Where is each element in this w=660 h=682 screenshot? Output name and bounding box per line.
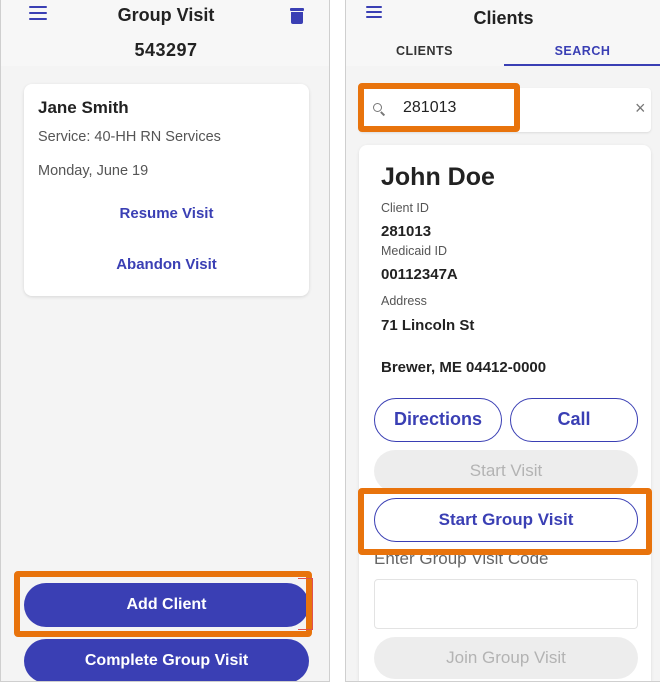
group-visit-code-input[interactable] (374, 579, 638, 629)
client-name: John Doe (381, 163, 495, 191)
tab-search[interactable]: SEARCH (504, 44, 660, 58)
client-details-card: John Doe Client ID 281013 Medicaid ID 00… (359, 145, 651, 681)
medicaid-id-label: Medicaid ID (381, 244, 447, 258)
directions-button[interactable]: Directions (374, 398, 502, 442)
page-title: Clients (473, 8, 534, 28)
active-tab-indicator (504, 64, 660, 66)
highlight-box-add-client (14, 571, 312, 637)
start-visit-button[interactable]: Start Visit (374, 450, 638, 492)
visit-date: Monday, June 19 (38, 163, 149, 179)
client-id-label: Client ID (381, 201, 429, 215)
client-visit-card: Jane Smith Service: 40-HH RN Services Mo… (24, 84, 309, 296)
complete-group-visit-button[interactable]: Complete Group Visit (24, 639, 309, 681)
highlight-box-red-edge (298, 578, 313, 630)
resume-visit-link[interactable]: Resume Visit (24, 205, 309, 222)
service-text: Service: 40-HH RN Services (38, 129, 221, 145)
address-label: Address (381, 294, 427, 308)
trash-icon[interactable] (290, 8, 304, 24)
highlight-box-start-group-visit (358, 488, 652, 555)
address-line1: 71 Lincoln St (381, 317, 475, 334)
call-button[interactable]: Call (510, 398, 638, 442)
group-visit-code: 543297 (134, 40, 198, 60)
medicaid-id-value: 00112347A (381, 266, 458, 283)
tab-clients[interactable]: CLIENTS (346, 44, 503, 58)
clear-icon[interactable]: × (635, 98, 646, 119)
join-group-visit-button[interactable]: Join Group Visit (374, 637, 638, 679)
client-id-value: 281013 (381, 223, 432, 240)
address-line2: Brewer, ME 04412-0000 (381, 359, 547, 376)
highlight-box-search (358, 83, 520, 132)
clients-header: Clients CLIENTS SEARCH (346, 0, 660, 66)
group-visit-header: Group Visit 543297 (1, 0, 329, 66)
abandon-visit-link[interactable]: Abandon Visit (24, 256, 309, 273)
page-title: Group Visit (117, 5, 215, 25)
client-name: Jane Smith (38, 98, 129, 117)
